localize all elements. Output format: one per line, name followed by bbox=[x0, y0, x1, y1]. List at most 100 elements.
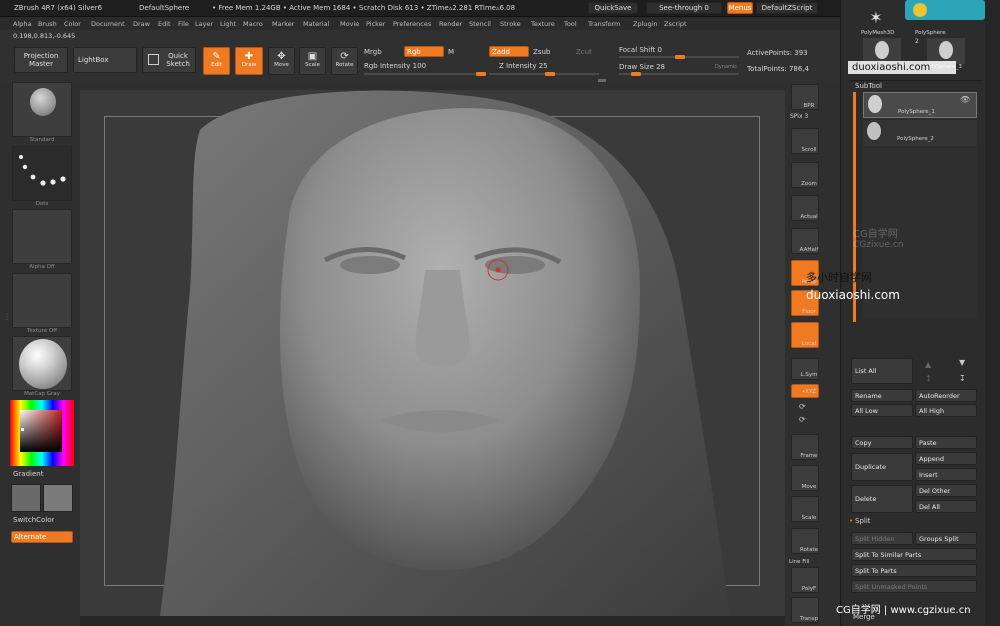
quicksave-button[interactable]: QuickSave bbox=[588, 2, 638, 14]
move-view-button[interactable]: Move bbox=[791, 465, 819, 491]
z-intensity-slider[interactable] bbox=[489, 72, 599, 76]
lsym-button[interactable]: L.Sym bbox=[791, 358, 819, 380]
append-button[interactable]: Append bbox=[915, 452, 977, 465]
rgb-toggle[interactable]: Rgb bbox=[404, 46, 444, 57]
quick-sketch-button[interactable]: Quick Sketch bbox=[142, 47, 196, 73]
switch-color-button[interactable]: SwitchColor bbox=[13, 516, 54, 524]
menu-item-texture[interactable]: Texture bbox=[531, 20, 555, 28]
menu-item-render[interactable]: Render bbox=[439, 20, 462, 28]
autoreorder-button[interactable]: AutoReorder bbox=[915, 389, 977, 402]
zcut-toggle[interactable]: Zcut bbox=[576, 48, 592, 56]
menu-item-layer[interactable]: Layer bbox=[195, 20, 213, 28]
paste-button[interactable]: Paste bbox=[915, 436, 977, 449]
arrow-top-icon[interactable]: ↥ bbox=[925, 374, 932, 383]
subtool-item[interactable]: PolySphere_1 👁 bbox=[863, 92, 977, 118]
focal-shift-slider[interactable] bbox=[619, 55, 739, 59]
edit-button[interactable]: ✎ Edit bbox=[203, 47, 230, 75]
spix-slider[interactable]: SPix 3 bbox=[790, 113, 808, 120]
mrgb-toggle[interactable]: Mrgb bbox=[364, 48, 382, 56]
menu-item-document[interactable]: Document bbox=[91, 20, 125, 28]
local-button[interactable]: Local bbox=[791, 322, 819, 348]
menu-item-material[interactable]: Material bbox=[303, 20, 329, 28]
split-to-parts-button[interactable]: Split To Parts bbox=[851, 564, 977, 577]
left-tray-collapse-icon[interactable]: ⋮ bbox=[3, 312, 11, 321]
lightbox-button[interactable]: LightBox bbox=[73, 47, 137, 73]
texture-thumbnail[interactable] bbox=[12, 273, 72, 328]
rotate-button[interactable]: ⟳ Rotate bbox=[331, 47, 358, 75]
draw-button[interactable]: ✚ Draw bbox=[235, 47, 263, 75]
draw-size-slider[interactable] bbox=[619, 72, 739, 76]
rotate-view-button[interactable]: Rotate bbox=[791, 528, 819, 554]
list-all-button[interactable]: List All bbox=[851, 358, 913, 384]
menu-item-zscript[interactable]: Zscript bbox=[664, 20, 687, 28]
menu-item-edit[interactable]: Edit bbox=[158, 20, 171, 28]
zadd-toggle[interactable]: Zadd bbox=[489, 46, 529, 57]
bpr-button[interactable]: BPR bbox=[791, 84, 819, 110]
color-picker[interactable] bbox=[10, 400, 74, 466]
rotation-icon-1[interactable]: ⟳ bbox=[799, 402, 806, 411]
menu-item-macro[interactable]: Macro bbox=[243, 20, 263, 28]
xyz-button[interactable]: •XYZ bbox=[791, 384, 819, 398]
alternate-button[interactable]: Alternate bbox=[11, 531, 73, 543]
menu-item-brush[interactable]: Brush bbox=[38, 20, 57, 28]
rename-button[interactable]: Rename bbox=[851, 389, 913, 402]
material-thumbnail[interactable] bbox=[12, 336, 72, 391]
scroll-button[interactable]: Scroll bbox=[791, 128, 819, 154]
secondary-color-swatch[interactable] bbox=[43, 484, 73, 512]
scale-button[interactable]: ▣ Scale bbox=[299, 47, 326, 75]
dynamic-toggle[interactable]: Dynamic bbox=[715, 64, 737, 70]
all-high-button[interactable]: All High bbox=[915, 404, 977, 417]
transp-button[interactable]: Transp bbox=[791, 597, 819, 623]
see-through-slider[interactable]: See-through 0 bbox=[646, 2, 722, 14]
document-canvas[interactable] bbox=[80, 90, 785, 616]
aahalf-button[interactable]: AAHalf bbox=[791, 228, 819, 254]
menu-item-draw[interactable]: Draw bbox=[133, 20, 150, 28]
rotation-icon-2[interactable]: ⟳ bbox=[799, 415, 806, 424]
arrow-bottom-icon[interactable]: ↧ bbox=[959, 374, 966, 383]
menu-item-alpha[interactable]: Alpha bbox=[13, 20, 31, 28]
menu-item-tool[interactable]: Tool bbox=[564, 20, 577, 28]
split-header[interactable]: Split bbox=[855, 517, 871, 525]
menu-item-movie[interactable]: Movie bbox=[340, 20, 359, 28]
menu-item-stroke[interactable]: Stroke bbox=[500, 20, 521, 28]
delete-button[interactable]: Delete bbox=[851, 485, 913, 513]
subtool-item[interactable]: PolySphere_2 bbox=[863, 120, 977, 146]
default-zscript-button[interactable]: DefaultZScript bbox=[756, 2, 818, 14]
zoom-button[interactable]: Zoom bbox=[791, 162, 819, 188]
scale-view-button[interactable]: Scale bbox=[791, 496, 819, 522]
menu-item-transform[interactable]: Transform bbox=[588, 20, 620, 28]
menus-button[interactable]: Menus bbox=[727, 2, 753, 14]
menu-item-stencil[interactable]: Stencil bbox=[469, 20, 491, 28]
projection-master-button[interactable]: Projection Master bbox=[14, 47, 68, 73]
duplicate-button[interactable]: Duplicate bbox=[851, 453, 913, 481]
menu-item-color[interactable]: Color bbox=[64, 20, 81, 28]
del-all-button[interactable]: Del All bbox=[915, 500, 977, 513]
zsub-toggle[interactable]: Zsub bbox=[533, 48, 550, 56]
color-square[interactable] bbox=[20, 410, 62, 452]
menu-item-preferences[interactable]: Preferences bbox=[393, 20, 431, 28]
menu-item-zplugin[interactable]: Zplugin bbox=[633, 20, 658, 28]
split-unmasked-button[interactable]: Split Unmasked Points bbox=[851, 580, 977, 593]
polyf-button[interactable]: PolyF bbox=[791, 567, 819, 593]
split-similar-parts-button[interactable]: Split To Similar Parts bbox=[851, 548, 977, 561]
menu-item-marker[interactable]: Marker bbox=[272, 20, 294, 28]
menu-item-picker[interactable]: Picker bbox=[366, 20, 385, 28]
subtool-header[interactable]: SubTool bbox=[855, 82, 882, 90]
brush-thumbnail[interactable] bbox=[12, 82, 72, 137]
main-color-swatch[interactable] bbox=[11, 484, 41, 512]
del-other-button[interactable]: Del Other bbox=[915, 484, 977, 497]
eye-icon[interactable]: 👁 bbox=[960, 95, 970, 104]
m-toggle[interactable]: M bbox=[448, 48, 454, 56]
gradient-label[interactable]: Gradient bbox=[13, 470, 43, 478]
arrow-up-icon[interactable]: ▲ bbox=[925, 360, 931, 369]
all-low-button[interactable]: All Low bbox=[851, 404, 913, 417]
actual-button[interactable]: Actual bbox=[791, 195, 819, 221]
insert-button[interactable]: Insert bbox=[915, 468, 977, 481]
star-tool-icon[interactable]: ✶ bbox=[863, 8, 889, 32]
arrow-down-icon[interactable]: ▼ bbox=[959, 358, 965, 367]
move-button[interactable]: ✥ Move bbox=[268, 47, 295, 75]
menu-item-light[interactable]: Light bbox=[220, 20, 236, 28]
stroke-thumbnail[interactable] bbox=[12, 146, 72, 201]
menu-item-file[interactable]: File bbox=[178, 20, 189, 28]
groups-split-button[interactable]: Groups Split bbox=[915, 532, 977, 545]
